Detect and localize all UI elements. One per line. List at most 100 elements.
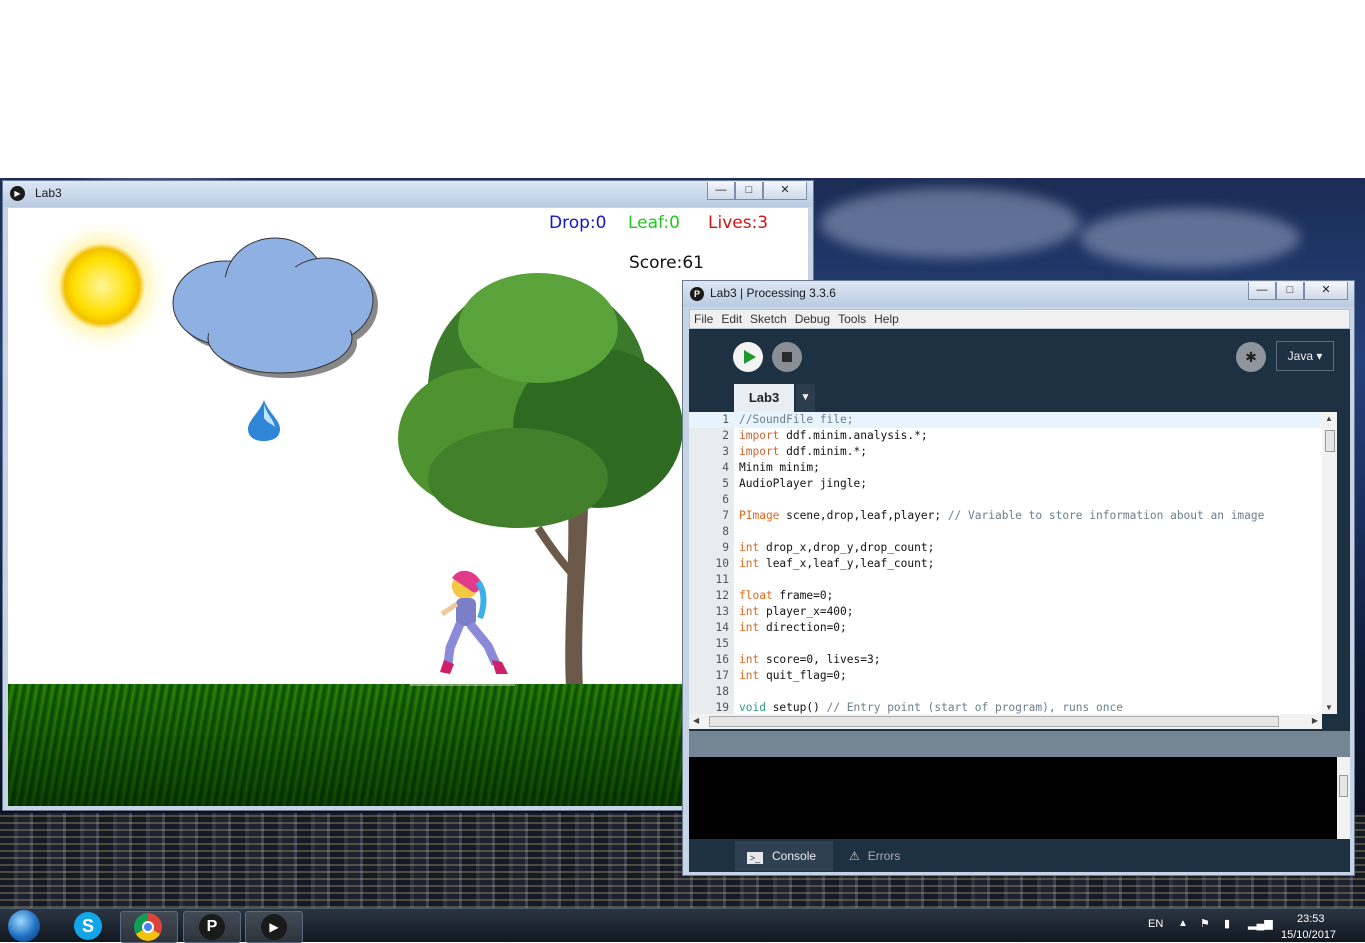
game-window-title: Lab3	[35, 186, 62, 200]
editor-vscroll-thumb[interactable]	[1325, 430, 1335, 452]
menu-file[interactable]: File	[690, 310, 717, 328]
editor-horizontal-scrollbar[interactable]: ◀ ▶	[689, 714, 1322, 729]
ide-menubar: File Edit Sketch Debug Tools Help	[689, 309, 1350, 329]
code-text: int direction=0;	[739, 621, 847, 634]
processing-taskbar-button[interactable]: P	[183, 911, 241, 943]
line-number: 19	[715, 701, 729, 714]
stop-button[interactable]	[772, 342, 802, 372]
tab-errors-label: Errors	[867, 849, 901, 863]
line-number: 18	[715, 685, 729, 698]
line-number: 10	[715, 557, 729, 570]
code-text: int score=0, lives=3;	[739, 653, 881, 666]
line-number: 15	[715, 637, 729, 650]
line-number: 8	[722, 525, 729, 538]
menu-edit[interactable]: Edit	[717, 310, 746, 328]
close-button[interactable]: ✕	[763, 182, 807, 200]
line-number: 5	[722, 477, 729, 490]
sun-sprite	[36, 220, 168, 352]
code-text: int leaf_x,leaf_y,leaf_count;	[739, 557, 935, 570]
clock-date[interactable]: 15/10/2017	[1281, 929, 1336, 941]
minimize-button[interactable]: —	[707, 182, 735, 200]
menu-tools[interactable]: Tools	[834, 310, 870, 328]
code-text: Minim minim;	[739, 461, 820, 474]
action-center-icon[interactable]: ⚑	[1200, 917, 1210, 930]
code-text: int drop_x,drop_y,drop_count;	[739, 541, 935, 554]
code-text: int quit_flag=0;	[739, 669, 847, 682]
ide-maximize-button[interactable]: □	[1276, 282, 1304, 300]
line-number: 9	[722, 541, 729, 554]
line-number: 12	[715, 589, 729, 602]
line-number: 16	[715, 653, 729, 666]
power-icon[interactable]: ▮	[1224, 917, 1230, 930]
tab-lab3[interactable]: Lab3	[734, 384, 794, 412]
cloud-sprite	[172, 237, 378, 378]
maximize-button[interactable]: □	[735, 182, 763, 200]
leaf-counter: Leaf:0	[628, 213, 680, 233]
chrome-taskbar-button[interactable]	[120, 911, 178, 943]
clock-time[interactable]: 23:53	[1297, 913, 1325, 925]
code-text: AudioPlayer jingle;	[739, 477, 867, 490]
console-tabs: >_ Console ⚠ Errors	[689, 841, 1350, 872]
show-hidden-icons-button[interactable]: ▲	[1178, 918, 1188, 929]
taskbar: S P ▶ EN ▲ ⚑ ▮ ▂▄▆ 23:53 15/10/2017	[0, 908, 1365, 943]
line-number: 11	[715, 573, 729, 586]
network-signal-icon[interactable]: ▂▄▆	[1248, 917, 1273, 930]
tab-errors[interactable]: ⚠ Errors	[839, 841, 927, 871]
skype-taskbar-button[interactable]: S	[60, 911, 116, 941]
code-text: import ddf.minim.*;	[739, 445, 867, 458]
code-text: PImage scene,drop,leaf,player; // Variab…	[739, 509, 1265, 522]
line-number: 7	[722, 509, 729, 522]
tab-console[interactable]: >_ Console	[735, 841, 833, 871]
tab-console-label: Console	[772, 849, 817, 863]
tab-menu-arrow-icon[interactable]: ▼	[796, 384, 815, 412]
ide-window-title: Lab3 | Processing 3.3.6	[710, 286, 836, 300]
score-counter: Score:61	[629, 253, 704, 273]
menu-sketch[interactable]: Sketch	[746, 310, 791, 328]
code-text: import ddf.minim.analysis.*;	[739, 429, 928, 442]
editor-hscroll-thumb[interactable]	[709, 716, 1279, 727]
line-number: 6	[722, 493, 729, 506]
line-number: 13	[715, 605, 729, 618]
line-number: 17	[715, 669, 729, 682]
ide-close-button[interactable]: ✕	[1304, 282, 1348, 300]
line-number: 2	[722, 429, 729, 442]
processing-logo-icon: P	[690, 287, 704, 301]
start-button[interactable]	[8, 910, 40, 942]
chrome-icon	[134, 913, 162, 941]
sketch-taskbar-button[interactable]: ▶	[245, 911, 303, 943]
debugger-toggle-button[interactable]: ✱	[1236, 342, 1266, 372]
mode-selector[interactable]: Java ▾	[1276, 341, 1334, 371]
water-drop-sprite	[248, 400, 280, 441]
warning-icon: ⚠	[849, 849, 860, 863]
drop-counter: Drop:0	[549, 213, 607, 233]
lives-counter: Lives:3	[708, 213, 769, 233]
code-text: float frame=0;	[739, 589, 834, 602]
play-icon: ▶	[261, 914, 287, 940]
line-number: 14	[715, 621, 729, 634]
code-text: void setup() // Entry point (start of pr…	[739, 701, 1123, 714]
ide-minimize-button[interactable]: —	[1248, 282, 1276, 300]
processing-ide-window: P Lab3 | Processing 3.3.6 — □ ✕ File Edi…	[682, 280, 1355, 876]
language-indicator[interactable]: EN	[1148, 918, 1163, 930]
console-output[interactable]	[689, 757, 1337, 839]
processing-app-icon: ▶	[10, 186, 25, 201]
code-text: //SoundFile file;	[739, 413, 854, 426]
code-text: int player_x=400;	[739, 605, 854, 618]
status-bar	[689, 731, 1350, 757]
line-number: 1	[722, 413, 729, 426]
game-window-titlebar[interactable]: ▶ Lab3 — □ ✕	[3, 181, 813, 207]
line-number: 4	[722, 461, 729, 474]
code-editor[interactable]: 1 //SoundFile file; 2 import ddf.minim.anal…	[689, 412, 1337, 714]
editor-vertical-scrollbar[interactable]: ▲ ▼	[1322, 412, 1337, 714]
line-number: 3	[722, 445, 729, 458]
console-scrollbar[interactable]	[1337, 757, 1350, 839]
run-button[interactable]	[733, 342, 763, 372]
processing-icon: P	[199, 914, 225, 940]
skype-icon: S	[74, 912, 102, 940]
ide-titlebar[interactable]: P Lab3 | Processing 3.3.6 — □ ✕	[683, 281, 1354, 307]
player-sprite	[410, 568, 515, 686]
menu-help[interactable]: Help	[870, 310, 903, 328]
ide-body: ✱ Java ▾ Lab3 ▼ 1 //SoundFile file; 2 impor…	[689, 329, 1350, 872]
console-icon: >_	[747, 852, 763, 864]
menu-debug[interactable]: Debug	[791, 310, 834, 328]
